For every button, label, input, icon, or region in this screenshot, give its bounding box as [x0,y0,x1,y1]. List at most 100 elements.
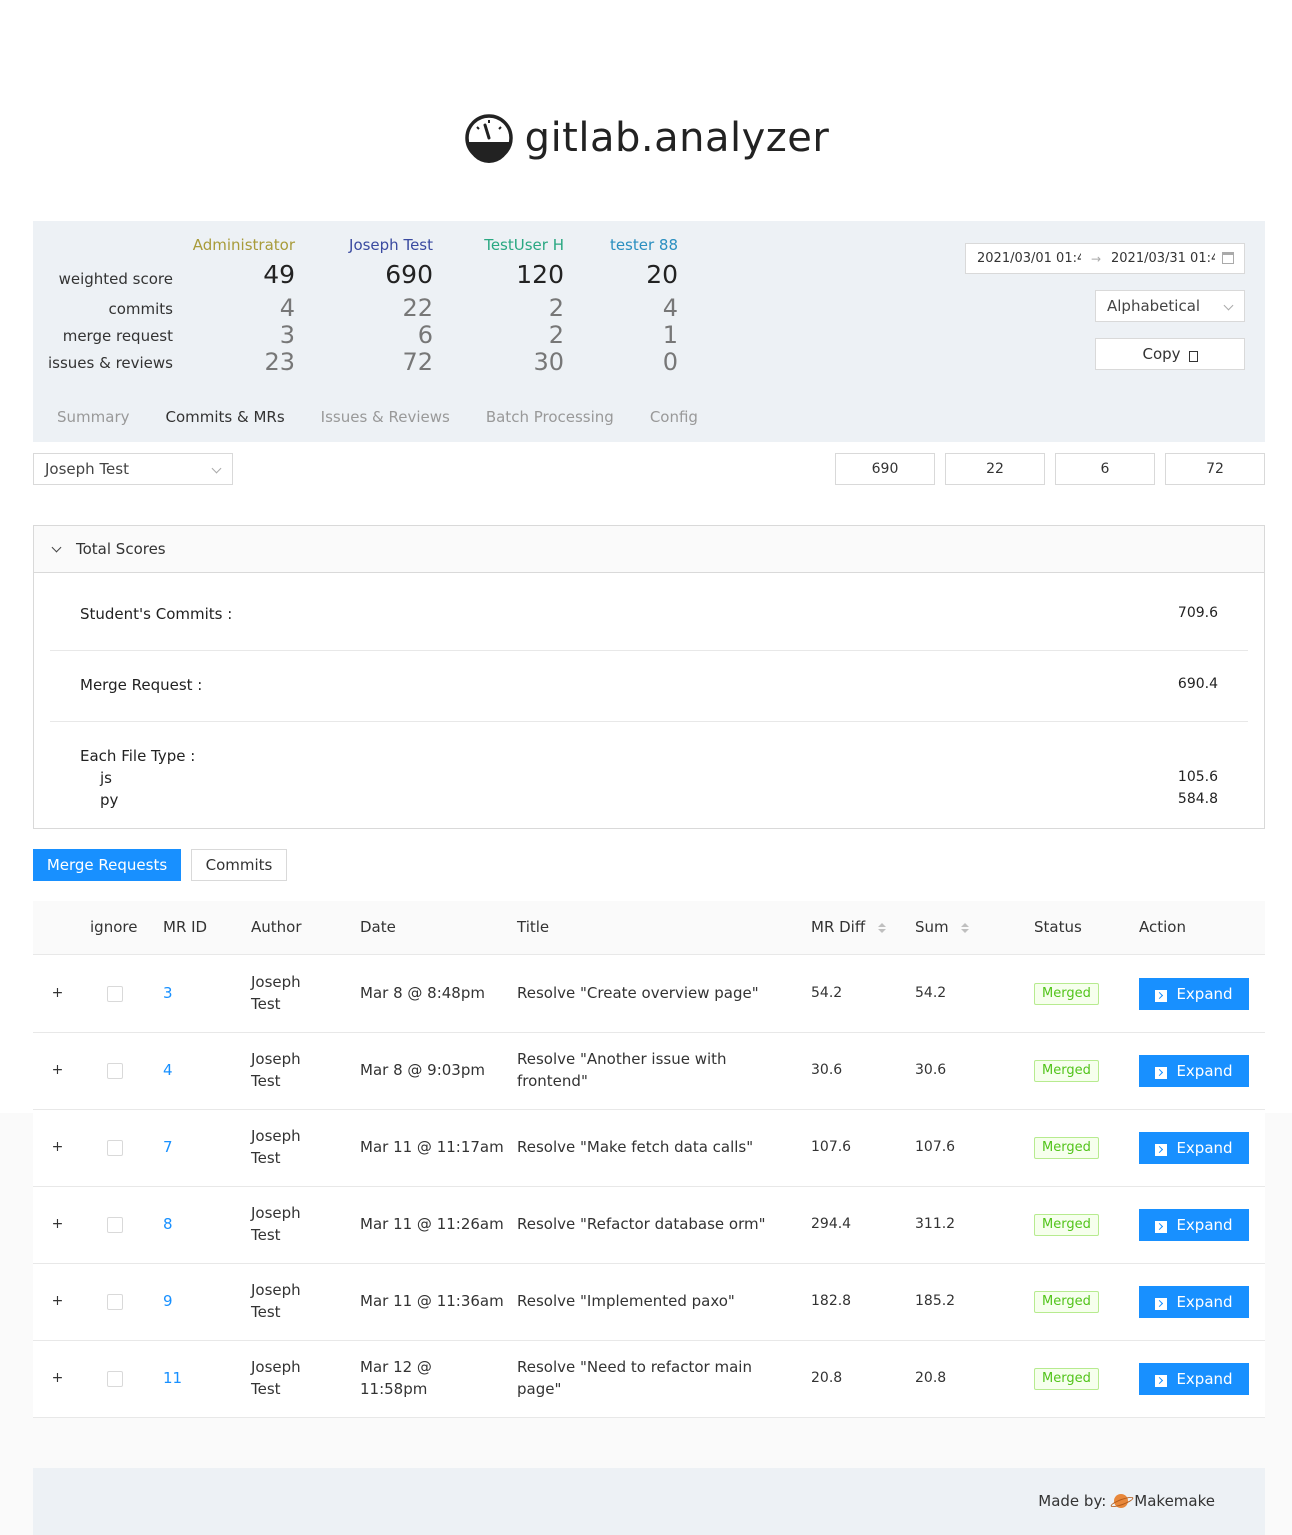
commits-button[interactable]: Commits [191,849,287,881]
author-last: Test [251,1149,281,1167]
divider [50,721,1248,722]
copy-button[interactable]: Copy [1095,338,1245,370]
ignore-checkbox[interactable] [107,1294,123,1310]
issues-reviews-value: 30 [533,348,564,376]
stat-box-merge-requests: 6 [1055,453,1155,485]
table-row: +3 Joseph Test Mar 8 @ 8:48pm Resolve "Creat… [33,956,1265,1033]
user-name-tester-88[interactable]: tester 88 [558,236,678,254]
mr-id-link[interactable]: 4 [163,1059,173,1081]
expand-button-label: Expand [1176,1293,1233,1311]
total-scores-header[interactable]: Total Scores [34,526,1264,573]
mr-id-link[interactable]: 3 [163,982,173,1004]
file-type-ext: py [100,791,119,809]
calendar-icon [1222,252,1234,264]
sum-value: 185.2 [915,1293,956,1309]
header-sum[interactable]: Sum [915,918,970,936]
sort-icon[interactable] [961,922,970,933]
terminal-icon [1155,1067,1168,1079]
author-last: Test [251,1072,281,1090]
terminal-icon [1155,990,1168,1002]
mr-diff-value: 294.4 [811,1216,852,1232]
expand-row-icon[interactable]: + [51,1217,64,1231]
title-line2: frontend" [517,1072,588,1090]
expand-row-icon[interactable]: + [51,1371,64,1385]
stat-box-commits: 22 [945,453,1045,485]
file-type-value: 105.6 [1177,769,1218,785]
weighted-score-value: 120 [516,260,564,289]
author-last: Test [251,1380,281,1398]
merge-request-value: 6 [417,321,433,349]
author-first: Joseph [251,1204,301,1222]
title-line1: Resolve "Create overview page" [517,984,759,1002]
file-type-label: Each File Type : [80,747,196,765]
expand-row-icon[interactable]: + [51,986,64,1000]
footer-author: Makemake [1134,1492,1215,1510]
user-select[interactable]: Joseph Test [33,453,233,485]
issues-reviews-value: 23 [264,348,295,376]
sum-value: 107.6 [915,1139,956,1155]
expand-row-icon[interactable]: + [51,1063,64,1077]
user-name-administrator[interactable]: Administrator [175,236,295,254]
expand-row-icon[interactable]: + [51,1294,64,1308]
status-badge: Merged [1034,1368,1099,1390]
mr-id-link[interactable]: 9 [163,1290,173,1312]
expand-button[interactable]: Expand [1139,1209,1249,1241]
expand-button[interactable]: Expand [1139,1055,1249,1087]
author-first: Joseph [251,1127,301,1145]
status-badge: Merged [1034,1214,1099,1236]
expand-row-icon[interactable]: + [51,1140,64,1154]
status-badge: Merged [1034,983,1099,1005]
merge-request-value: 2 [548,321,564,349]
tab-commits-mrs[interactable]: Commits & MRs [166,408,285,426]
ignore-checkbox[interactable] [107,1217,123,1233]
row-label-issues-reviews: issues & reviews [47,354,173,372]
terminal-icon [1155,1221,1168,1233]
merge-request-value: 1 [662,321,678,349]
date-end[interactable]: 2021/03/31 01:4 [1111,251,1215,266]
mr-id-link[interactable]: 8 [163,1213,173,1235]
weighted-score-value: 690 [385,260,433,289]
expand-button-label: Expand [1176,985,1233,1003]
mr-table-header: ignore MR ID Author Date Title MR Diff S… [33,901,1265,955]
user-name-testuser-h[interactable]: TestUser H [444,236,564,254]
date-line1: Mar 11 @ 11:17am [360,1138,504,1156]
mr-diff-value: 182.8 [811,1293,852,1309]
date-range-picker[interactable]: 2021/03/01 01:4 → 2021/03/31 01:4 [965,243,1245,274]
mr-id-link[interactable]: 11 [163,1367,182,1389]
expand-button[interactable]: Expand [1139,1132,1249,1164]
sort-select[interactable]: Alphabetical [1095,290,1245,322]
date-start[interactable]: 2021/03/01 01:4 [977,251,1081,266]
copy-button-label: Copy [1142,345,1181,363]
mr-id-link[interactable]: 7 [163,1136,173,1158]
file-type-ext: js [100,769,112,787]
file-type-value: 584.8 [1177,791,1218,807]
date-line1: Mar 8 @ 8:48pm [360,984,485,1002]
weighted-score-value: 20 [646,260,678,289]
ignore-checkbox[interactable] [107,1140,123,1156]
merge-requests-button[interactable]: Merge Requests [33,849,181,881]
sort-icon[interactable] [877,922,886,933]
sum-value: 54.2 [915,985,947,1001]
user-name-joseph-test[interactable]: Joseph Test [313,236,433,254]
header-mr-diff[interactable]: MR Diff [811,918,886,936]
expand-button[interactable]: Expand [1139,1363,1249,1395]
tab-config[interactable]: Config [650,408,698,426]
table-row: +11 Joseph Test Mar 12 @ 11:58pm Resolve "Nee… [33,1341,1265,1418]
row-label-merge-request: merge request [62,327,173,345]
ignore-checkbox[interactable] [107,1063,123,1079]
tab-batch-processing[interactable]: Batch Processing [486,408,614,426]
tab-summary[interactable]: Summary [57,408,130,426]
date-line1: Mar 11 @ 11:26am [360,1215,504,1233]
expand-button-label: Expand [1176,1216,1233,1234]
expand-button[interactable]: Expand [1139,1286,1249,1318]
ignore-checkbox[interactable] [107,1371,123,1387]
total-scores-title: Total Scores [76,540,166,558]
ignore-checkbox[interactable] [107,986,123,1002]
sum-value: 20.8 [915,1370,947,1386]
footer-credit: Made by: Makemake [1038,1492,1215,1510]
tab-issues-reviews[interactable]: Issues & Reviews [321,408,450,426]
expand-button[interactable]: Expand [1139,978,1249,1010]
commits-value: 4 [662,294,678,322]
students-commits-value: 709.6 [1177,605,1218,621]
mr-diff-value: 54.2 [811,985,843,1001]
